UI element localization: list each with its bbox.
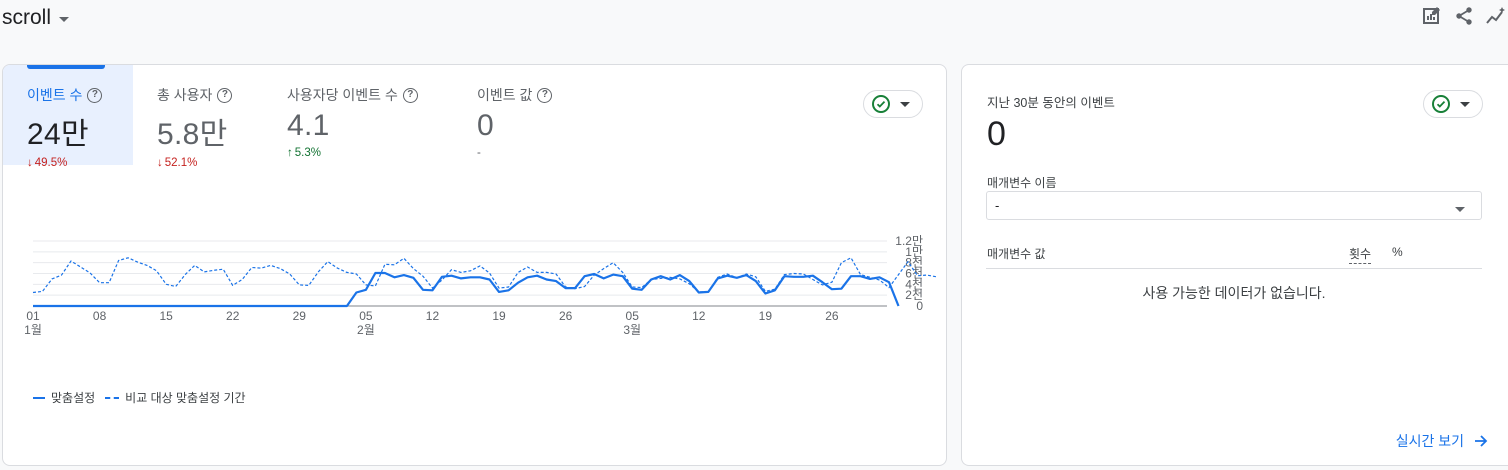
report-title: scroll xyxy=(2,6,52,29)
chevron-down-icon xyxy=(1460,102,1470,107)
param-name-label: 매개변수 이름 xyxy=(987,176,1057,190)
realtime-title: 지난 30분 동안의 이벤트 xyxy=(987,96,1115,110)
param-name-select[interactable]: - xyxy=(986,191,1482,220)
x-month-label: 1월 xyxy=(24,323,42,337)
x-tick-label: 26 xyxy=(825,309,839,323)
help-icon[interactable]: ? xyxy=(217,87,233,103)
x-tick-label: 19 xyxy=(492,309,506,323)
x-tick-label: 12 xyxy=(692,309,706,323)
param-name-selected: - xyxy=(995,198,1000,213)
chevron-down-icon xyxy=(900,102,910,107)
x-tick-label: 12 xyxy=(426,309,440,323)
x-tick-label: 22 xyxy=(226,309,240,323)
arrow-down-icon: ↓ xyxy=(157,157,163,169)
help-icon[interactable]: ? xyxy=(87,87,103,103)
realtime-events-card: 지난 30분 동안의 이벤트 0 매개변수 이름 - 매개변수 값 횟수 % 사… xyxy=(961,64,1508,466)
chevron-down-icon xyxy=(1455,207,1465,212)
realtime-status-dropdown[interactable] xyxy=(1423,90,1483,118)
metric-label: 이벤트 값 xyxy=(477,87,533,103)
help-icon[interactable]: ? xyxy=(402,87,418,103)
realtime-value: 0 xyxy=(987,115,1006,153)
arrow-down-icon: ↓ xyxy=(27,157,33,169)
metric-tab-event-count[interactable]: 이벤트 수? 24만 ↓ 49.5% xyxy=(3,65,133,169)
x-month-label: 2월 xyxy=(357,323,375,337)
view-realtime-link[interactable]: 실시간 보기 xyxy=(1396,431,1488,451)
x-tick-label: 15 xyxy=(159,309,173,323)
header-actions xyxy=(1420,4,1508,28)
metric-change: 52.1% xyxy=(164,157,198,169)
series-line-current xyxy=(33,271,900,308)
col-count-sort[interactable]: 횟수 xyxy=(1349,245,1372,264)
metric-change: - xyxy=(477,147,481,159)
metric-change: 5.3% xyxy=(294,147,321,159)
chevron-down-icon xyxy=(59,17,70,22)
arrow-up-icon: ↑ xyxy=(287,147,293,159)
col-param-value: 매개변수 값 xyxy=(987,247,1046,261)
x-tick-label: 19 xyxy=(759,309,773,323)
active-tab-indicator xyxy=(27,65,105,69)
legend-label-current: 맞춤설정 xyxy=(51,391,96,405)
empty-state-message: 사용 가능한 데이터가 없습니다. xyxy=(1142,285,1326,301)
x-tick-label: 05 xyxy=(626,309,640,323)
check-circle-icon xyxy=(1432,95,1450,113)
x-tick-label: 08 xyxy=(93,309,107,323)
metric-value: 5.8만 xyxy=(157,118,228,151)
arrow-right-icon xyxy=(1475,435,1488,447)
metric-tab-event-value[interactable]: 이벤트 값? 0 - xyxy=(453,65,593,165)
y-tick-label: 1.2만 xyxy=(895,234,923,248)
share-icon[interactable] xyxy=(1452,4,1476,28)
edit-chart-icon[interactable] xyxy=(1420,4,1444,28)
insights-icon[interactable] xyxy=(1484,4,1508,28)
metric-value: 24만 xyxy=(27,118,89,151)
report-title-selector[interactable]: scroll xyxy=(2,6,70,30)
legend-label-compare: 비교 대상 맞춤설정 기간 xyxy=(125,391,246,405)
x-tick-label: 26 xyxy=(559,309,573,323)
metric-label: 사용자당 이벤트 수 xyxy=(287,87,398,103)
metric-change: 49.5% xyxy=(34,157,68,169)
x-tick-label: 05 xyxy=(359,309,373,323)
legend-swatch-solid xyxy=(33,396,45,399)
x-tick-label: 01 xyxy=(26,309,40,323)
metric-tab-events-per-user[interactable]: 사용자당 이벤트 수? 4.1 ↑ 5.3% xyxy=(263,65,453,165)
x-tick-label: 29 xyxy=(293,309,307,323)
x-month-label: 3월 xyxy=(623,323,641,337)
view-realtime-label: 실시간 보기 xyxy=(1395,433,1464,449)
metric-value: 0 xyxy=(477,109,494,142)
chart-legend: 맞춤설정 비교 대상 맞춤설정 기간 xyxy=(33,389,246,406)
col-percent: % xyxy=(1392,245,1403,259)
metric-value: 4.1 xyxy=(287,109,330,142)
check-circle-icon xyxy=(872,95,890,113)
help-icon[interactable]: ? xyxy=(537,87,553,103)
events-line-chart: 02천4천6천8천1만1.2만01 08 15 22 29 05 12 19 26 05 12 19 2… xyxy=(24,234,937,337)
metric-label: 이벤트 수 xyxy=(27,87,83,103)
metric-tab-total-users[interactable]: 총 사용자? 5.8만 ↓ 52.1% xyxy=(133,65,263,169)
events-overview-card: 이벤트 수? 24만 ↓ 49.5% 총 사용자? 5.8만 ↓ 52.1% 사용자… xyxy=(2,64,947,466)
compare-status-dropdown[interactable] xyxy=(863,90,923,118)
metric-label: 총 사용자 xyxy=(157,87,213,103)
legend-swatch-dashed xyxy=(105,396,120,399)
param-table-header: 매개변수 값 횟수 % xyxy=(986,241,1482,269)
